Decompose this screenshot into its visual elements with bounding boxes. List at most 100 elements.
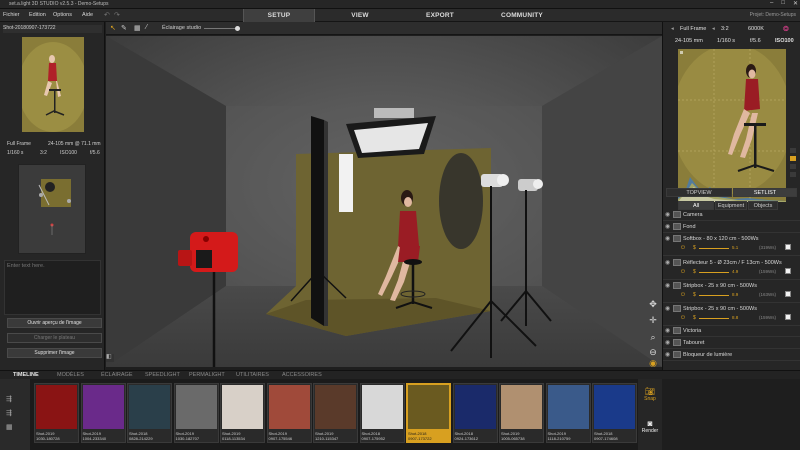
snap-button[interactable]: 📷︎ Snap: [640, 387, 660, 409]
visibility-icon[interactable]: ◉: [665, 211, 670, 218]
tab-timeline[interactable]: TIMELINE: [13, 372, 39, 378]
timeline-tile[interactable]: Shot-2019 1005-065738: [499, 383, 544, 443]
timeline-tile[interactable]: Shot-2019 0907-175546: [266, 383, 312, 443]
close-icon[interactable]: ✕: [793, 0, 798, 9]
measure-tool-icon[interactable]: ⁄: [146, 24, 147, 31]
tab-setup[interactable]: SETUP: [243, 9, 315, 22]
3d-viewport[interactable]: ✥ ✛ ⌕ ⊖ ◉: [106, 36, 662, 367]
setlist-item[interactable]: ◉ Stripbox - 25 x 90 cm - 500Ws ⏻ $8.9 (163W…: [663, 281, 800, 303]
timeline-tile[interactable]: Shot-2018 0907-173722: [406, 383, 451, 443]
timeline-tile[interactable]: Shot-2018 0828-214229: [127, 383, 172, 443]
tab-topview[interactable]: TOPVIEW: [666, 188, 732, 197]
power-icon[interactable]: ⏻: [681, 292, 685, 298]
camera-ratio[interactable]: 3:2: [721, 26, 729, 32]
open-preview-button[interactable]: Ouvrir aperçu de l'image: [7, 318, 102, 328]
timeline-tile[interactable]: Shot-2019 1004-233340: [80, 383, 126, 443]
timeline-tile[interactable]: Shot-2019 1118-210759: [545, 383, 591, 443]
tab-utilities[interactable]: UTILITAIRES: [236, 372, 269, 378]
menu-options[interactable]: Options: [53, 12, 72, 18]
visibility-icon[interactable]: ◉: [665, 305, 670, 312]
color-swatch[interactable]: [785, 268, 791, 274]
power-slider[interactable]: [699, 272, 729, 273]
subtab-all[interactable]: All: [678, 201, 714, 210]
shot-thumbnail[interactable]: [22, 37, 84, 132]
grid-view-icon[interactable]: ▦: [6, 423, 13, 431]
pen-tool-icon[interactable]: ✎: [121, 24, 127, 32]
slider-knob[interactable]: [235, 26, 240, 31]
render-button[interactable]: ◙ Render: [640, 419, 660, 441]
setlist-item[interactable]: ◉ Stripbox - 25 x 90 cm - 500Ws ⏻ $8.8 (159W…: [663, 304, 800, 326]
maximize-icon[interactable]: □: [781, 0, 785, 9]
timeline-tile[interactable]: Shot-2019 1030-180728: [34, 383, 79, 443]
light-bulb-icon[interactable]: ◉: [648, 358, 658, 367]
timeline-tile[interactable]: Shot-2019 1210-115347: [313, 383, 358, 443]
visibility-icon[interactable]: ◉: [665, 339, 670, 346]
tab-setlist[interactable]: SETLIST: [733, 188, 797, 197]
setlist-item[interactable]: ◉ Fond: [663, 222, 800, 233]
floor-plan[interactable]: [18, 164, 86, 254]
setlist-item[interactable]: ◉ Réflecteur 5 - Ø 23cm / F 13cm - 500Ws ⏻…: [663, 258, 800, 280]
pan-icon[interactable]: ✛: [648, 315, 658, 325]
visibility-icon[interactable]: ◉: [665, 259, 670, 266]
compare-icon[interactable]: ⇶: [6, 409, 12, 417]
export-icon[interactable]: ⇶: [6, 395, 12, 403]
visibility-icon[interactable]: ◉: [665, 351, 670, 358]
tab-export[interactable]: EXPORT: [404, 9, 476, 22]
visibility-icon[interactable]: ◉: [665, 282, 670, 289]
tab-permalight[interactable]: PERMALIGHT: [189, 372, 225, 378]
power-slider[interactable]: [699, 295, 729, 296]
tab-models[interactable]: MODÈLES: [57, 372, 84, 378]
grid-icon[interactable]: ▦: [134, 24, 141, 32]
format-arrow-icon[interactable]: ◂: [671, 26, 674, 32]
timeline-tile[interactable]: Shot-2018 0924-173612: [452, 383, 498, 443]
color-swatch[interactable]: [785, 291, 791, 297]
zoom-out-icon[interactable]: ⊖: [648, 347, 658, 357]
subtab-objects[interactable]: Objects: [748, 201, 778, 210]
power-slider[interactable]: [699, 248, 729, 249]
visibility-icon[interactable]: ◉: [665, 327, 670, 334]
minimize-icon[interactable]: –: [770, 0, 773, 9]
power-icon[interactable]: ⏻: [681, 315, 685, 321]
camera-format[interactable]: Full Frame: [680, 26, 706, 32]
camera-shutter[interactable]: 1/160 s: [717, 38, 735, 44]
camera-kelvin[interactable]: 6000K: [748, 26, 764, 32]
camera-iso[interactable]: ISO100: [775, 38, 794, 44]
tab-lighting[interactable]: ÉCLAIRAGE: [101, 372, 132, 378]
timeline-tile[interactable]: Shot-2018 0907-175952: [359, 383, 405, 443]
zoom-icon[interactable]: ⌕: [648, 332, 658, 342]
studio-lighting-slider[interactable]: [204, 26, 240, 31]
menu-edit[interactable]: Edition: [29, 12, 46, 18]
color-wheel-icon[interactable]: ❂: [783, 25, 789, 33]
color-swatch[interactable]: [785, 244, 791, 250]
setlist-item[interactable]: ◉ Tabouret: [663, 338, 800, 349]
color-swatch[interactable]: [785, 314, 791, 320]
tab-speedlight[interactable]: SPEEDLIGHT: [145, 372, 180, 378]
move-view-icon[interactable]: ✥: [648, 299, 658, 309]
power-icon[interactable]: ⏻: [681, 269, 685, 275]
setlist-item[interactable]: ◉ Softbox - 80 x 120 cm - 500Ws ⏻ $5.1 (319W…: [663, 234, 800, 256]
exposure-scale[interactable]: [790, 148, 796, 188]
camera-aperture[interactable]: f/5.6: [750, 38, 761, 44]
setlist-item[interactable]: ◉ Camera: [663, 210, 800, 221]
timeline-tile[interactable]: Shot-2018 0907-174608: [592, 383, 637, 443]
undo-icon[interactable]: ↶: [104, 11, 110, 19]
tab-community[interactable]: COMMUNITY: [478, 9, 566, 22]
menu-help[interactable]: Aide: [82, 12, 93, 18]
setlist-item[interactable]: ◉ Victoria: [663, 326, 800, 337]
menu-file[interactable]: Fichier: [3, 12, 20, 18]
power-slider[interactable]: [699, 318, 729, 319]
timeline-tile[interactable]: Shot-2019 0118-113534: [220, 383, 265, 443]
redo-icon[interactable]: ↷: [114, 11, 120, 19]
select-tool-icon[interactable]: ↖: [110, 24, 116, 32]
timeline-tile[interactable]: Shot-2019 1030-182707: [173, 383, 219, 443]
tab-view[interactable]: VIEW: [318, 9, 402, 22]
load-set-button[interactable]: Charger le plateau: [7, 333, 102, 343]
power-icon[interactable]: ⏻: [681, 245, 685, 251]
camera-lens[interactable]: 24-105 mm: [675, 38, 703, 44]
notes-input[interactable]: Enter text here.: [4, 260, 101, 315]
collapse-panel-icon[interactable]: ◧: [106, 353, 114, 361]
tab-accessories[interactable]: ACCESSOIRES: [282, 372, 322, 378]
visibility-icon[interactable]: ◉: [665, 235, 670, 242]
setlist-item[interactable]: ◉ Bloqueur de lumière: [663, 350, 800, 361]
ratio-arrow-icon[interactable]: ◂: [712, 26, 715, 32]
